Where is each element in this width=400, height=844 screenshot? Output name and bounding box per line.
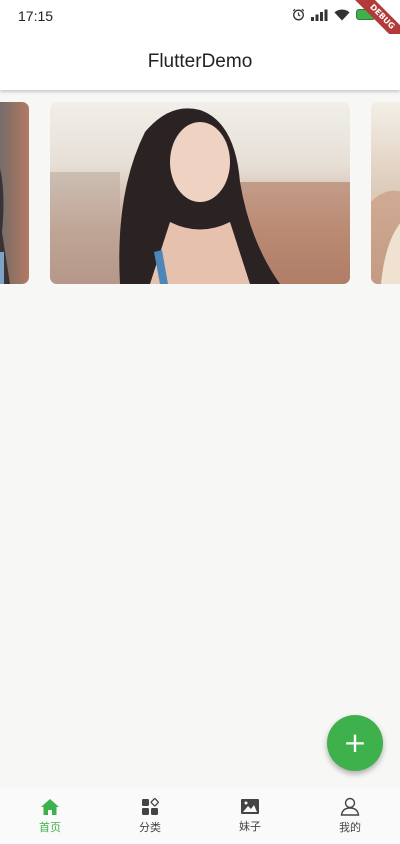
carousel-slide-previous[interactable] — [0, 102, 29, 284]
image-icon — [241, 799, 259, 814]
person-icon — [340, 797, 360, 816]
status-bar: 17:15 — [0, 0, 400, 34]
plus-icon: + — [343, 726, 367, 759]
nav-label-mine: 我的 — [339, 821, 361, 834]
category-icon — [142, 797, 159, 815]
nav-item-girls[interactable]: 妹子 — [200, 788, 300, 844]
nav-label-home: 首页 — [39, 820, 61, 834]
nav-label-girls: 妹子 — [239, 820, 261, 833]
nav-label-category: 分类 — [139, 820, 161, 834]
carousel-slide-current[interactable] — [50, 102, 350, 284]
signal-icon — [311, 9, 328, 21]
image-carousel[interactable] — [0, 102, 400, 284]
carousel-slide-next[interactable] — [371, 102, 400, 284]
wifi-icon — [334, 9, 350, 20]
app-bar: FlutterDemo — [0, 34, 400, 90]
home-icon — [41, 798, 59, 815]
bottom-navigation: 首页 分类 妹子 我的 — [0, 788, 400, 844]
nav-item-mine[interactable]: 我的 — [300, 788, 400, 844]
status-time: 17:15 — [18, 8, 54, 24]
nav-item-category[interactable]: 分类 — [100, 788, 200, 844]
add-button[interactable]: + — [327, 715, 383, 771]
page-title: FlutterDemo — [147, 51, 253, 72]
alarm-icon — [292, 8, 305, 21]
nav-item-home[interactable]: 首页 — [0, 788, 100, 844]
